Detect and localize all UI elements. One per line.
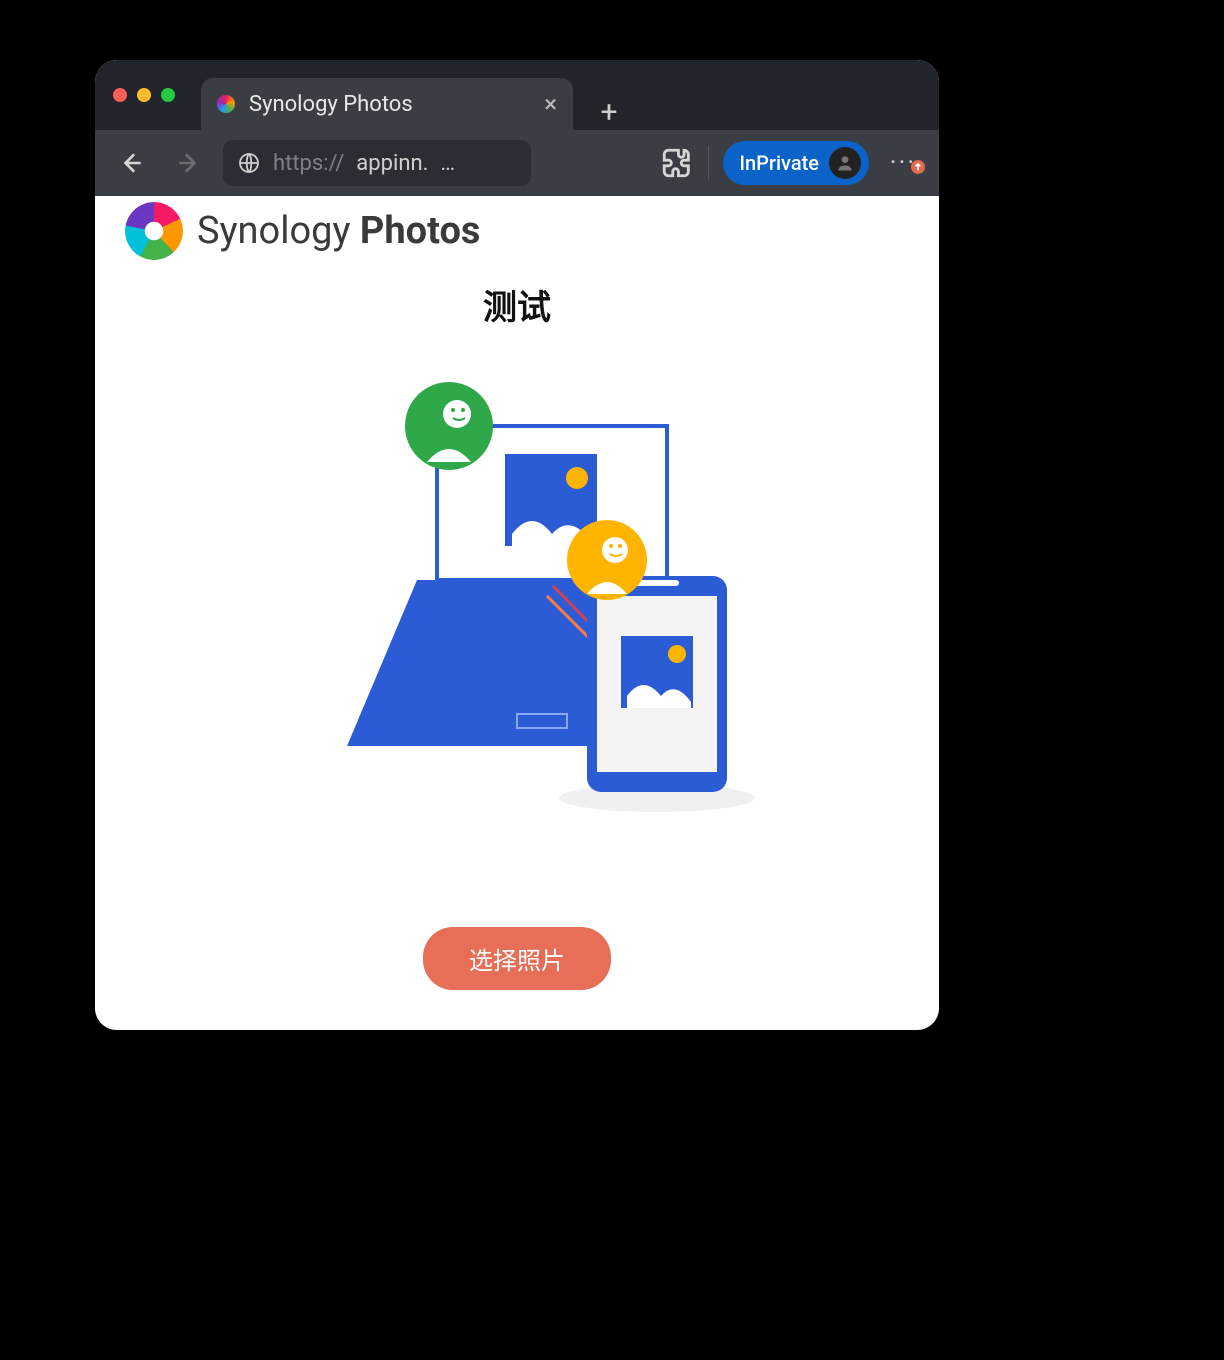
toolbar-divider: [708, 146, 709, 180]
upload-illustration: [287, 366, 747, 806]
back-button[interactable]: [111, 142, 153, 184]
update-badge-icon: [911, 160, 925, 174]
extensions-button[interactable]: [660, 146, 694, 180]
tab-title: Synology Photos: [249, 92, 413, 117]
zoom-window-button[interactable]: [161, 88, 175, 102]
tab-strip: Synology Photos × +: [201, 60, 627, 130]
toolbar: https:// appinn. … InPrivate ···: [95, 130, 939, 196]
address-bar[interactable]: https:// appinn. …: [223, 140, 531, 186]
tab-close-button[interactable]: ×: [544, 92, 557, 116]
inprivate-label: InPrivate: [739, 151, 819, 175]
brand: Synology Photos: [125, 202, 480, 260]
profile-avatar-icon: [829, 147, 861, 179]
page-content: Synology Photos 测试: [95, 196, 939, 1030]
more-menu-button[interactable]: ···: [883, 148, 923, 178]
arrow-left-icon: [119, 150, 145, 176]
tab-favicon-icon: [217, 95, 235, 113]
url-host: appinn.: [356, 151, 428, 176]
title-bar: Synology Photos × +: [95, 60, 939, 130]
brand-word-light: Synology: [197, 209, 350, 253]
forward-button[interactable]: [167, 142, 209, 184]
close-window-button[interactable]: [113, 88, 127, 102]
minimize-window-button[interactable]: [137, 88, 151, 102]
browser-window: Synology Photos × + https:// appinn. …: [95, 60, 939, 1030]
devices-illustration-icon: [287, 366, 747, 806]
brand-word-bold: Photos: [360, 209, 481, 253]
brand-logo-icon: [125, 202, 183, 260]
browser-tab-active[interactable]: Synology Photos ×: [201, 78, 573, 130]
page-title: 测试: [95, 280, 939, 329]
brand-wordmark: Synology Photos: [197, 209, 480, 253]
new-tab-button[interactable]: +: [591, 94, 627, 130]
arrow-right-icon: [175, 150, 201, 176]
url-scheme: https://: [273, 151, 344, 176]
url-truncation: …: [440, 151, 455, 176]
puzzle-icon: [660, 146, 694, 180]
inprivate-indicator[interactable]: InPrivate: [723, 141, 869, 185]
window-controls: [113, 88, 175, 102]
select-photos-button[interactable]: 选择照片: [423, 927, 611, 990]
globe-icon: [237, 151, 261, 175]
